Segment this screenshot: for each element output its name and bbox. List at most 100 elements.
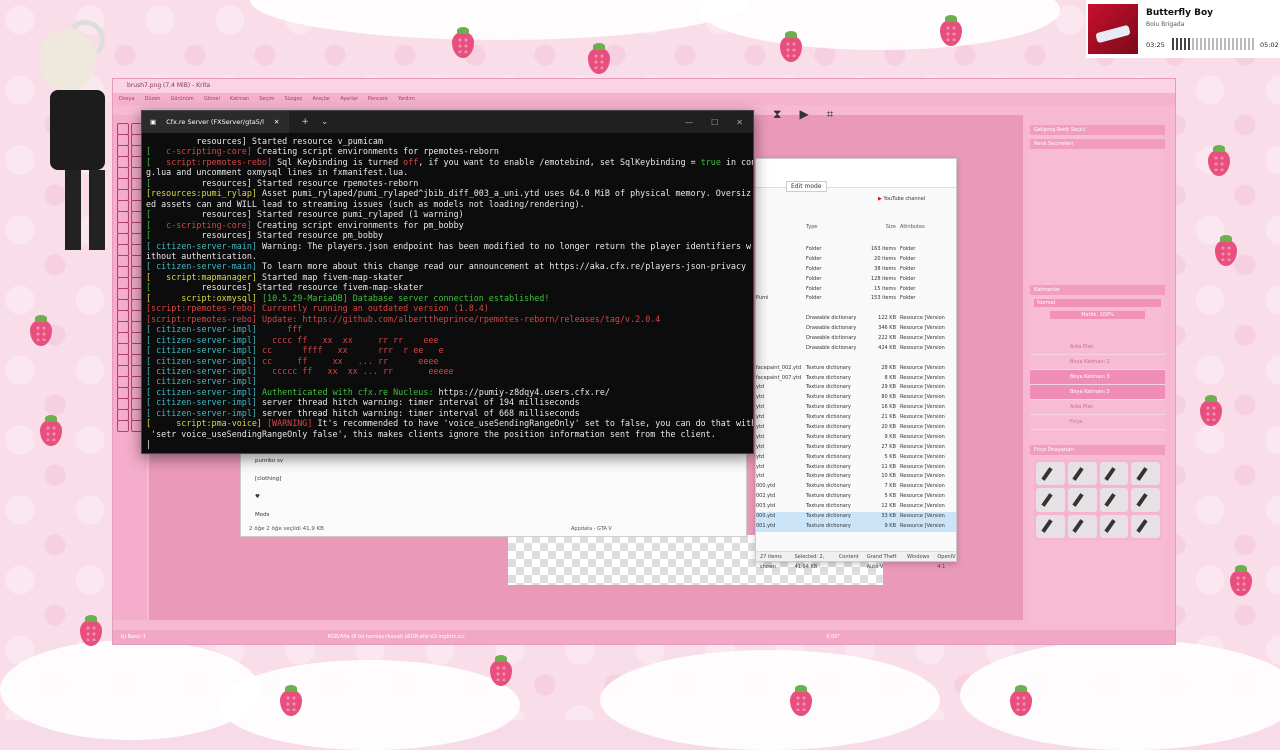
table-row[interactable]: 002.ytd Texture dictionary 5 KB Resource [V… [756,492,956,502]
table-row[interactable]: ytd Texture dictionary 16 KB Resource [Vers… [756,403,956,413]
table-row[interactable]: 003.ytd Texture dictionary 12 KB Resource [… [756,502,956,512]
cell-type: Folder [806,275,822,282]
brush-preset-icon[interactable] [1099,514,1129,538]
table-row[interactable]: Drawable dictionary 122 KB Resource [Versi… [756,314,956,324]
table-row[interactable]: ytd Texture dictionary 9 KB Resource [Versi… [756,433,956,443]
menu-item[interactable]: Görsel [204,93,220,105]
menu-item[interactable]: Pencere [368,93,388,105]
cell-type: Texture dictionary [806,483,851,490]
terminal-output[interactable]: resources] Started resource v_pumicam[ c… [142,133,753,451]
table-row[interactable]: ytd Texture dictionary 5 KB Resource [Versi… [756,453,956,463]
cell-name [756,275,806,285]
table-row[interactable] [756,304,956,314]
minimize-icon[interactable]: — [685,118,693,127]
table-row[interactable]: Pumi Folder 153 items Folder [756,294,956,304]
cell-name: ytd [756,414,765,421]
brush-preset-icon[interactable] [1131,514,1160,538]
brush-preset-icon[interactable] [1099,488,1129,512]
col-size[interactable]: Size [868,223,900,233]
cell-type: Folder [806,255,822,262]
table-row[interactable]: Folder 163 items Folder [756,245,956,255]
menu-item[interactable]: Dosya [119,93,135,105]
table-row[interactable]: Folder 128 items Folder [756,275,956,285]
terminal-segment: [ citizen-server-main] [146,240,262,251]
brush-preset-icon[interactable] [1036,462,1065,486]
tool-icon[interactable] [117,420,129,432]
menu-item[interactable]: Düzen [145,93,161,105]
menu-item[interactable]: Katman [230,93,249,105]
layer-row[interactable]: Boya Katmanı 2 [1030,355,1165,370]
table-row[interactable]: Drawable dictionary 222 KB Resource [Versi… [756,334,956,344]
table-row[interactable]: ytd Texture dictionary 11 KB Resource [Vers… [756,463,956,473]
menu-item[interactable]: Ayarlar [340,93,358,105]
terminal-segment: cc ff xx ... rr eeee [261,355,439,366]
sidebar-item[interactable]: pumiko sv [255,452,283,470]
sidebar-item[interactable]: Mods [255,506,283,524]
col-type[interactable]: Type [806,223,868,233]
menu-item[interactable]: Görünüm [170,93,193,105]
youtube-channel-button[interactable]: ▶ YouTube channel [878,196,925,202]
terminal-segment: resources] [201,230,257,241]
table-row[interactable]: 000.ytd Texture dictionary 33 KB Resource [… [756,512,956,522]
menu-item[interactable]: Seçim [259,93,274,105]
cell-size: 16 KB [881,404,896,411]
cell-attr: Resource [Version [900,453,945,460]
menu-item[interactable]: Süzgeç [284,93,302,105]
table-row[interactable]: Drawable dictionary 424 KB Resource [Versi… [756,344,956,354]
table-row[interactable]: Drawable dictionary 346 KB Resource [Versi… [756,324,956,334]
cell-size: 21 KB [881,414,896,421]
table-row[interactable]: ytd Texture dictionary 21 KB Resource [Vers… [756,413,956,423]
table-row[interactable]: 000.ytd Texture dictionary 7 KB Resource [V… [756,482,956,492]
brush-preset-icon[interactable] [1131,462,1160,486]
brush-preset-icon[interactable] [1099,462,1129,486]
mirror-icon[interactable]: ⧗ [773,107,781,122]
col-attributes[interactable]: Attributes [900,223,952,233]
terminal-line: [ citizen-server-main] To learn more abo… [146,261,749,271]
table-row[interactable]: ytd Texture dictionary 27 KB Resource [Vers… [756,443,956,453]
tab-dropdown-icon[interactable]: ⌄ [321,117,329,127]
close-tab-icon[interactable]: ✕ [274,111,279,133]
table-row[interactable]: ytd Texture dictionary 20 KB Resource [Vers… [756,423,956,433]
table-row[interactable]: Folder 20 items Folder [756,255,956,265]
terminal-segment: | [146,439,152,450]
table-row[interactable]: facepaint_007.ytd Texture dictionary 8 KB R… [756,374,956,384]
brush-preset-icon[interactable] [1067,462,1097,486]
table-row[interactable]: ytd Texture dictionary 29 KB Resource [Vers… [756,383,956,393]
layer-row[interactable]: Arka Plan [1030,340,1165,355]
table-row[interactable]: Folder 15 items Folder [756,285,956,295]
close-icon[interactable]: ✕ [736,118,743,127]
terminal-tab[interactable]: ▣ Cfx.re Server (FXServer/gta5/l ✕ [142,111,290,133]
brush-preset-icon[interactable] [1067,514,1097,538]
layer-row[interactable]: Boya Katmanı 3 [1030,370,1165,385]
maximize-icon[interactable]: ☐ [711,118,718,127]
layer-row[interactable]: Fırça [1030,415,1165,430]
menu-item[interactable]: Araçlar [312,93,330,105]
opacity-slider[interactable]: Matlık: 100% [1050,311,1145,319]
brush-preset-icon[interactable] [1131,488,1160,512]
layer-row[interactable]: Arka Plan [1030,400,1165,415]
sidebar-item[interactable]: ♥ [255,488,283,506]
table-row[interactable]: ytd Texture dictionary 10 KB Resource [Vers… [756,472,956,482]
table-row[interactable]: Folder 38 items Folder [756,265,956,275]
table-row[interactable]: 001.ytd Texture dictionary 9 KB Resource [V… [756,521,956,532]
table-row[interactable]: ytd Texture dictionary 80 KB Resource [Vers… [756,393,956,403]
table-row[interactable]: facepaint_002.ytd Texture dictionary 28 KB… [756,364,956,374]
sidebar-item[interactable]: [clothing] [255,470,283,488]
table-row[interactable] [756,354,956,364]
edit-mode-button[interactable]: Edit mode [786,181,827,192]
layer-row[interactable]: Boya Katmanı 3 [1030,385,1165,400]
cell-attr: Resource [Version [900,443,945,450]
cell-size: 33 KB [881,513,896,520]
brush-preset-icon[interactable] [1036,488,1065,512]
brush-preset-icon[interactable] [1067,488,1097,512]
progress-waveform[interactable] [1172,38,1254,50]
cell-attr: Resource [Version [900,433,945,440]
cell-size: 15 items [874,285,896,292]
crop-icon[interactable]: ⌗ [827,107,834,122]
blend-mode-select[interactable]: Normal [1034,299,1161,307]
menu-item[interactable]: Yardım [398,93,415,105]
new-tab-button[interactable]: + [301,117,309,127]
brush-preset-icon[interactable] [1036,514,1065,538]
play-icon[interactable]: ▶ [799,107,808,122]
dock-tab[interactable]: Gelişmiş Renk Seçici [1030,125,1165,135]
